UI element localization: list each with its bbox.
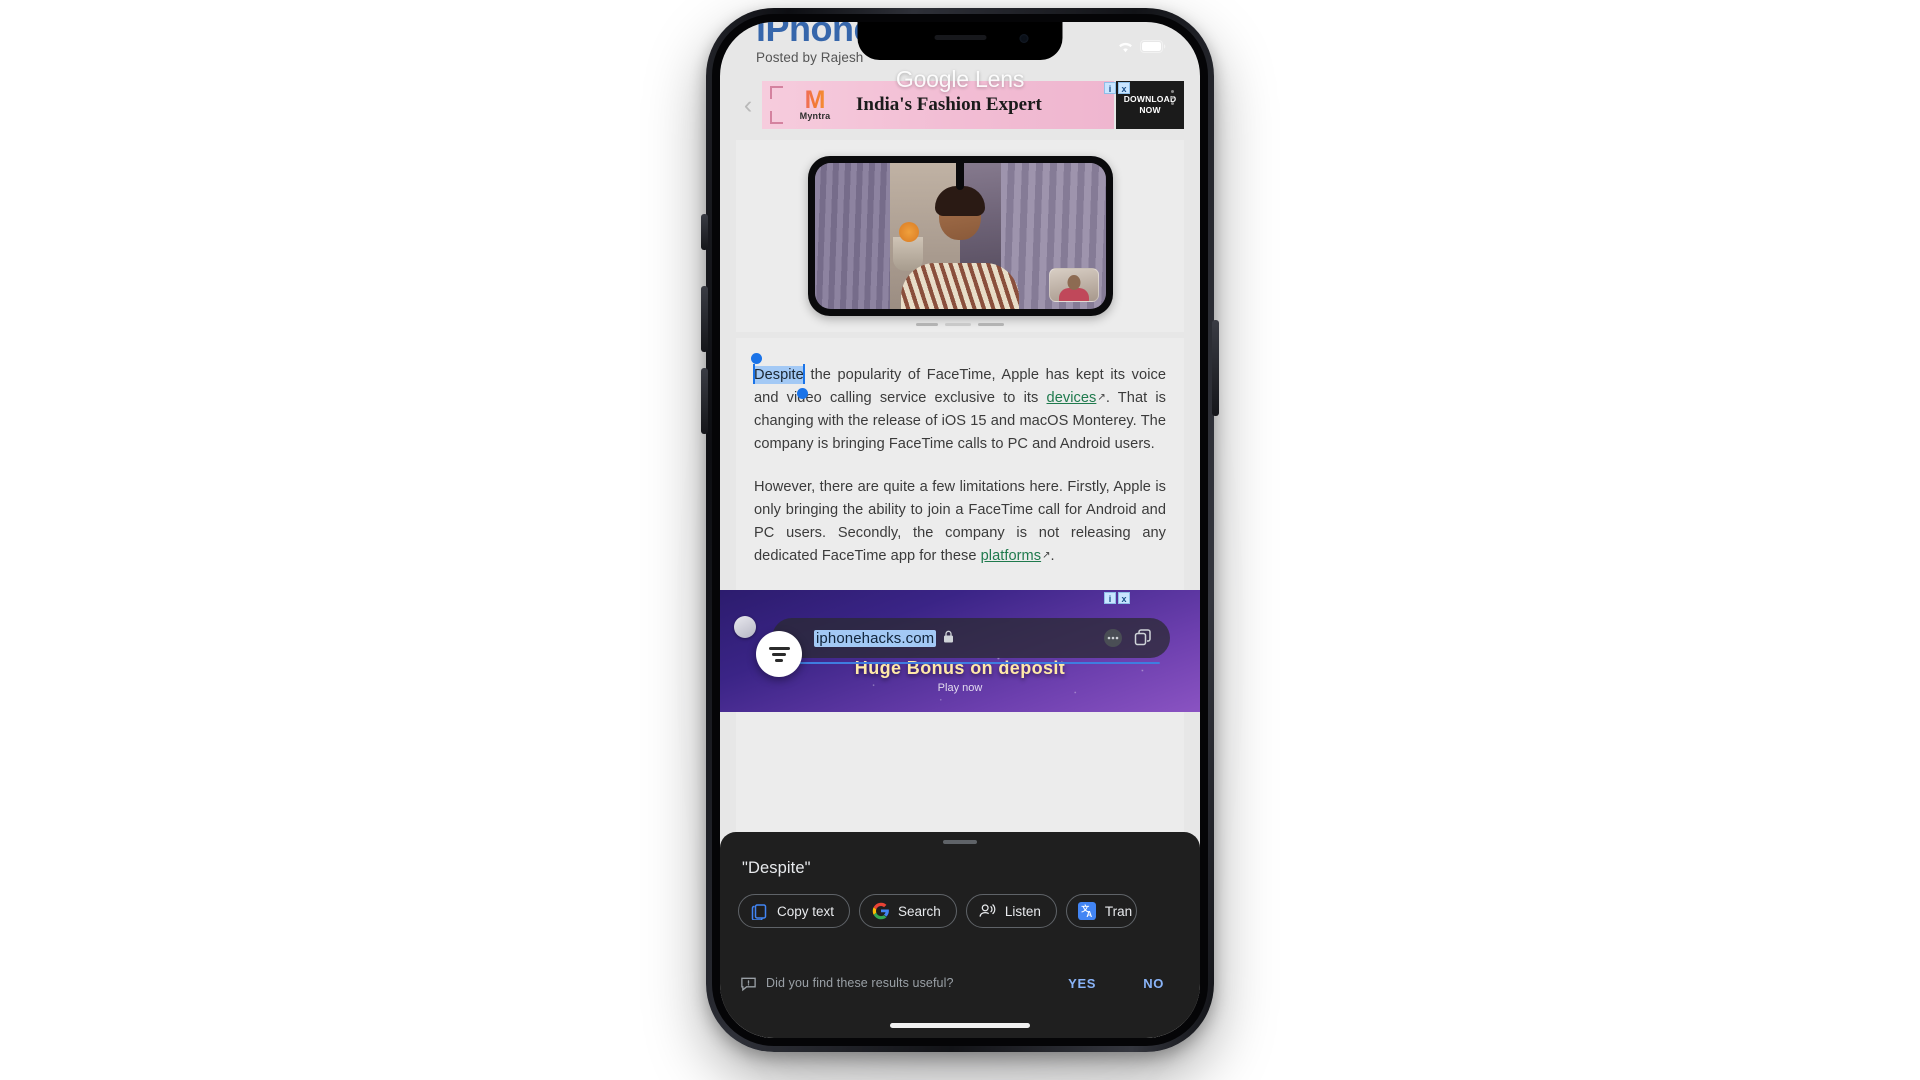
- myntra-ad-banner[interactable]: M Myntra India's Fashion Expert: [762, 81, 1114, 129]
- volume-up-button[interactable]: [701, 286, 708, 352]
- paragraph-2-text-a: However, there are quite a few limitatio…: [754, 479, 1166, 565]
- ad-cta-line2: NOW: [1139, 105, 1161, 115]
- myntra-logo-wordmark: Myntra: [799, 111, 831, 122]
- lens-results-sheet: "Despite" Copy text Search Listen 文 A Tr…: [720, 832, 1200, 1038]
- paragraph-2-text-b: .: [1050, 548, 1055, 565]
- page-load-progress: [786, 662, 1160, 664]
- lens-filter-icon[interactable]: [756, 631, 802, 677]
- feedback-prompt: Did you find these results useful?: [766, 976, 954, 990]
- selection-caret-start: [753, 364, 755, 384]
- facetime-device-mockup: [807, 156, 1113, 316]
- myntra-logo-mark: M: [788, 88, 842, 112]
- selection-handle-end[interactable]: [796, 388, 808, 399]
- copy-text-icon: [750, 902, 769, 921]
- more-options-icon[interactable]: [1162, 90, 1182, 105]
- inline-link-devices-label: devices: [1046, 390, 1097, 407]
- device-notch: [956, 158, 964, 190]
- lock-icon: [943, 630, 954, 647]
- volume-down-button[interactable]: [701, 368, 708, 434]
- copy-text-label: Copy text: [777, 903, 835, 919]
- bottom-ad-subline: Play now: [937, 682, 983, 694]
- google-g-icon: [871, 902, 890, 921]
- external-link-icon: ↗: [1097, 392, 1106, 404]
- home-indicator[interactable]: [890, 1023, 1030, 1028]
- url-text: iphonehacks.com: [814, 629, 937, 647]
- translate-button[interactable]: 文A Tran: [1065, 894, 1138, 928]
- chevron-left-icon[interactable]: ‹: [736, 92, 760, 118]
- caller-body: [901, 263, 1019, 309]
- ad-corner-decoration: [770, 111, 783, 124]
- sheet-drag-handle[interactable]: [943, 840, 977, 844]
- inline-link-devices[interactable]: devices: [1047, 390, 1097, 406]
- background-curtain-left: [814, 163, 902, 309]
- listen-button[interactable]: Listen: [965, 894, 1057, 928]
- article-hero-image: [736, 140, 1184, 332]
- power-button[interactable]: [1212, 320, 1219, 416]
- earpiece-speaker: [934, 35, 986, 40]
- paragraph-1[interactable]: Despite the popularity of FaceTime, Appl…: [751, 353, 1166, 456]
- image-carousel-indicator: [916, 323, 1004, 326]
- feedback-no-button[interactable]: NO: [1143, 976, 1164, 991]
- paragraph-2[interactable]: However, there are quite a few limitatio…: [754, 476, 1166, 568]
- self-view-body: [1058, 288, 1089, 301]
- ad-headline: India's Fashion Expert: [856, 94, 1042, 115]
- ad-coin-icon: [734, 616, 756, 638]
- phone-screen: iPhoneHacks Posted by Rajesh ‹ M Myntra …: [720, 22, 1200, 1038]
- ad-corner-decoration: [770, 86, 783, 99]
- svg-text:A: A: [1087, 910, 1093, 919]
- tabs-icon[interactable]: [1128, 628, 1158, 648]
- translate-icon: 文A: [1078, 902, 1097, 921]
- feedback-icon[interactable]: [740, 975, 766, 992]
- self-view-face: [1067, 274, 1080, 290]
- ad-info-icon[interactable]: i: [1104, 82, 1116, 94]
- bottom-ad-close-icon[interactable]: x: [1118, 592, 1130, 604]
- screenshot-root: iPhoneHacks Posted by Rajesh ‹ M Myntra …: [0, 0, 1920, 1080]
- listen-icon: [978, 902, 997, 921]
- external-link-icon: ↗: [1042, 550, 1051, 562]
- front-camera: [1019, 34, 1029, 43]
- mute-switch[interactable]: [701, 214, 708, 250]
- search-button[interactable]: Search: [859, 894, 957, 928]
- bottom-ad-badge-group[interactable]: i x: [1104, 592, 1130, 604]
- flower-decoration: [898, 221, 919, 242]
- copy-text-button[interactable]: Copy text: [738, 894, 851, 928]
- translate-label: Tran: [1104, 903, 1133, 919]
- caller-hair: [935, 186, 985, 217]
- ad-close-icon[interactable]: x: [1118, 82, 1130, 94]
- article-byline: Posted by Rajesh: [756, 50, 864, 65]
- feedback-row: Did you find these results useful? YES N…: [740, 970, 1182, 996]
- phone-device-frame: iPhoneHacks Posted by Rajesh ‹ M Myntra …: [706, 8, 1214, 1052]
- inline-link-platforms[interactable]: platforms: [981, 548, 1041, 564]
- selection-handle-start[interactable]: [751, 353, 762, 364]
- more-menu-icon[interactable]: [1098, 628, 1128, 648]
- listen-label: Listen: [1004, 903, 1041, 919]
- selected-text[interactable]: Despite: [751, 353, 808, 399]
- url-text-group[interactable]: iphonehacks.com: [814, 629, 1098, 647]
- browser-url-bar[interactable]: iphonehacks.com: [772, 618, 1170, 658]
- device-notch: [857, 22, 1063, 60]
- bottom-ad-info-icon[interactable]: i: [1104, 592, 1116, 604]
- self-view-thumbnail: [1048, 268, 1099, 302]
- selection-caret-end: [802, 364, 805, 384]
- lens-action-chip-row: Copy text Search Listen 文 A Tran: [738, 894, 1200, 928]
- inline-link-platforms-label: platforms: [980, 548, 1042, 565]
- myntra-logo: M Myntra: [788, 88, 842, 122]
- feedback-yes-button[interactable]: YES: [1068, 976, 1096, 991]
- ad-badge-group[interactable]: i x: [1104, 82, 1130, 94]
- search-label: Search: [898, 903, 941, 919]
- selected-text-preview: "Despite": [742, 859, 811, 877]
- selected-word: Despite: [754, 367, 804, 383]
